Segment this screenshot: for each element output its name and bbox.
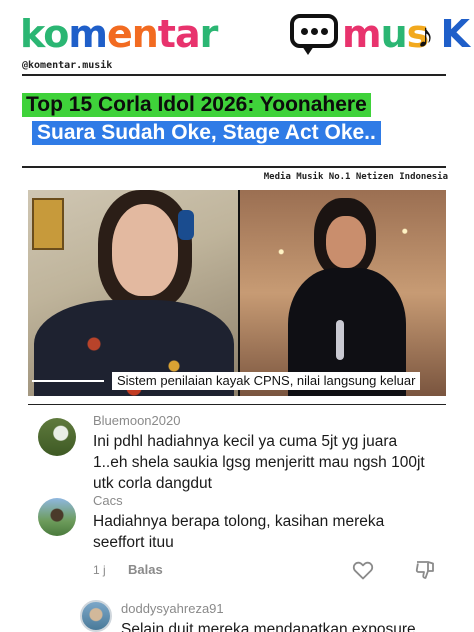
caption-accent-line: [32, 380, 104, 382]
tagline-divider: [22, 166, 446, 168]
photo-contestant: [240, 190, 446, 396]
avatar[interactable]: [38, 418, 76, 456]
heart-icon[interactable]: [351, 558, 375, 582]
comment-text: Hadiahnya berapa tolong, kasihan mereka …: [93, 513, 385, 551]
image-caption: Sistem penilaian kayak CPNS, nilai langs…: [112, 372, 421, 390]
wall-painting: [32, 198, 64, 250]
tagline: Media Musik No.1 Netizen Indonesia: [263, 172, 448, 182]
headline-line-2: Suara Sudah Oke, Stage Act Oke..: [32, 121, 381, 145]
site-logo: komentar mus K ♪: [20, 8, 470, 60]
news-image: Sistem penilaian kayak CPNS, nilai langs…: [28, 190, 446, 396]
reply-button[interactable]: Balas: [128, 562, 163, 577]
logo-wordmark-musik: mus K: [342, 12, 470, 56]
chat-bubble-icon: [290, 14, 338, 55]
comment-username[interactable]: Cacs: [93, 493, 123, 508]
comment-text: Ini pdhl hadiahnya kecil ya cuma 5jt yg …: [93, 433, 425, 492]
microphone: [336, 320, 344, 360]
music-note-icon: ♪: [417, 17, 434, 55]
logo-wordmark-komentar: komentar: [20, 12, 218, 56]
headphones-icon: [178, 210, 194, 240]
comment-username[interactable]: doddysyahreza91: [121, 601, 224, 616]
photo-judge: [28, 190, 238, 396]
comment-username[interactable]: Bluemoon2020: [93, 413, 180, 428]
account-handle: @komentar.musik: [22, 60, 113, 71]
headline-line-1: Top 15 Corla Idol 2026: Yoonahere: [22, 93, 371, 117]
image-bottom-divider: [28, 404, 446, 405]
header-divider: [22, 74, 446, 76]
comment-text: Selain duit mereka mendapatkan exposure: [121, 621, 416, 632]
avatar[interactable]: [80, 600, 112, 632]
avatar[interactable]: [38, 498, 76, 536]
comment-timestamp: 1 j: [93, 563, 106, 577]
thumbs-down-icon[interactable]: [413, 558, 437, 582]
